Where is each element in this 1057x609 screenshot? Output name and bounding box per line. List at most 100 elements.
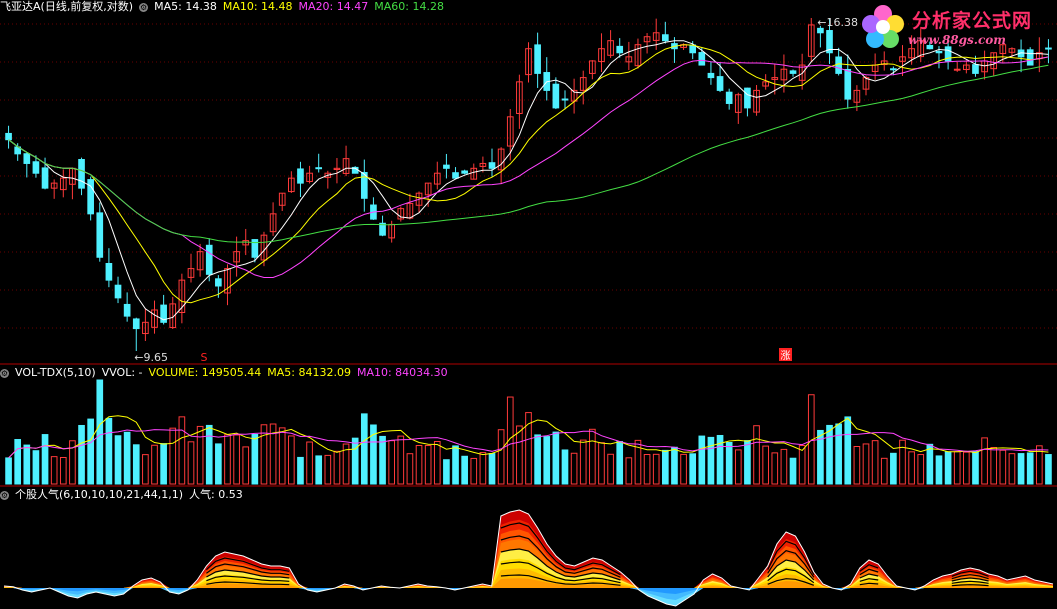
candle: [488, 162, 496, 169]
volume-bar: [780, 448, 788, 485]
volume-bar: [14, 439, 22, 485]
volume-readout: VOLUME: 149505.44: [148, 366, 262, 379]
chart-canvas[interactable]: ←16.38 ←9.65 S 涨: [0, 0, 1057, 609]
volume-bar: [661, 449, 669, 485]
volume-bar: [461, 455, 468, 485]
high-label: ←16.38: [817, 16, 858, 29]
volume-bar: [297, 456, 304, 485]
settings-icon[interactable]: ⚙: [139, 2, 149, 12]
candle: [23, 153, 31, 164]
popularity-band-negative: [4, 588, 1053, 606]
candle: [215, 278, 222, 287]
logo-title: 分析家公式网: [912, 10, 1033, 32]
volume-bar: [862, 443, 870, 485]
volume-bar: [1008, 453, 1016, 485]
volume-bar: [96, 379, 104, 485]
volume-bar: [798, 444, 806, 485]
ma20-line: [8, 56, 1049, 278]
volume-bar: [935, 455, 943, 485]
volume-bar: [1045, 454, 1052, 485]
volume-bar: [570, 452, 578, 485]
volume-bar: [50, 456, 58, 485]
volume-bar: [105, 417, 113, 485]
popularity-band-negative: [4, 588, 1053, 600]
ma5-line: [8, 40, 1049, 321]
volume-bar: [32, 450, 40, 485]
candle: [835, 56, 842, 74]
volume-bar: [41, 434, 49, 485]
stock-chart[interactable]: ←16.38 ←9.65 S 涨 飞亚达A(日线,前复权,对数) ⚙ MA5: 14.…: [0, 0, 1057, 609]
volume-bar: [187, 441, 195, 485]
volume-bar: [680, 453, 687, 485]
volume-bar: [479, 452, 487, 485]
volume-panel-header: ⚙ VOL-TDX(5,10) VVOL: - VOLUME: 149505.4…: [0, 366, 448, 380]
volume-bar: [196, 425, 204, 485]
volume-bar: [233, 434, 240, 485]
ma5-readout: MA5: 14.38: [154, 0, 217, 13]
candle: [32, 161, 40, 174]
volume-bar: [643, 454, 651, 485]
volume-bar: [306, 441, 313, 485]
volume-bar: [771, 452, 779, 485]
volume-bar: [789, 457, 797, 485]
volume-bar: [516, 425, 523, 485]
volume-bar: [963, 451, 970, 485]
volume-bar: [406, 453, 414, 485]
volume-bar: [132, 444, 140, 485]
volume-bar: [744, 440, 751, 485]
volume-bar: [607, 453, 614, 485]
candle: [890, 68, 897, 71]
candle: [41, 167, 49, 189]
volume-bar: [762, 445, 769, 485]
volume-bar: [151, 444, 158, 485]
volume-bar: [87, 418, 94, 485]
volume-bar: [543, 436, 551, 485]
candle: [561, 98, 569, 101]
volume-bar: [379, 435, 386, 485]
volume-bar: [753, 425, 760, 485]
volume-bar: [424, 445, 432, 485]
volume-bar: [397, 435, 405, 485]
candle: [105, 263, 113, 281]
volume-bar: [826, 424, 833, 485]
volume-bar: [589, 428, 596, 485]
volume-bar: [926, 443, 934, 485]
ma20-readout: MA20: 14.47: [298, 0, 369, 13]
low-label: ←9.65: [134, 351, 168, 364]
volume-bar: [205, 424, 213, 485]
volume-bar: [707, 436, 715, 485]
candle: [461, 170, 468, 174]
volume-bar: [899, 439, 906, 485]
settings-icon[interactable]: ⚙: [0, 368, 9, 378]
volume-bar: [844, 416, 852, 485]
candle: [5, 132, 12, 141]
volume-bar: [59, 456, 67, 485]
candle: [789, 70, 797, 74]
volume-bar: [452, 445, 459, 485]
vol-ma10-readout: MA10: 84034.30: [356, 366, 448, 379]
volume-bar: [689, 453, 697, 485]
volume-bar: [890, 452, 897, 485]
vvol-readout: VVOL: -: [101, 366, 143, 379]
volume-bar: [142, 454, 149, 485]
candle: [452, 172, 459, 179]
volume-bar: [853, 446, 861, 485]
candle: [297, 168, 304, 184]
volume-bar: [433, 441, 441, 485]
volume-bar: [388, 440, 396, 485]
price-panel-header: 飞亚达A(日线,前复权,对数) ⚙ MA5: 14.38 MA10: 14.48…: [0, 0, 444, 14]
settings-icon[interactable]: ⚙: [0, 490, 9, 500]
volume-bar: [698, 435, 706, 485]
candle: [114, 284, 122, 299]
volume-bar: [470, 457, 478, 485]
logo-url: www.88gs.com: [908, 33, 1006, 47]
volume-bar: [324, 454, 332, 485]
volume-bar: [224, 434, 231, 485]
candle: [96, 212, 104, 258]
candle: [661, 34, 669, 42]
candle: [1026, 49, 1034, 66]
candles-group: [5, 18, 1052, 351]
volume-bar: [497, 429, 505, 485]
vol-indicator-name: VOL-TDX(5,10): [15, 366, 96, 379]
volume-bar: [160, 443, 167, 485]
